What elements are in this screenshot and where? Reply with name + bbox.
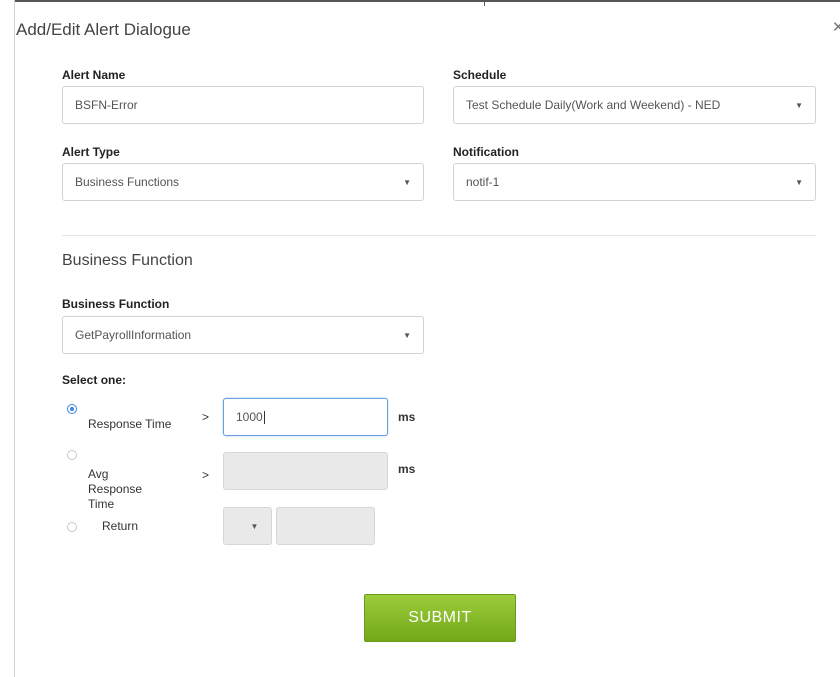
submit-button[interactable]: SUBMIT bbox=[364, 594, 516, 642]
chevron-down-icon: ▼ bbox=[795, 177, 803, 187]
alert-type-select[interactable]: Business Functions ▼ bbox=[62, 163, 424, 201]
schedule-value: Test Schedule Daily(Work and Weekend) - … bbox=[466, 98, 721, 112]
avg-response-time-input[interactable] bbox=[223, 452, 388, 490]
top-border bbox=[14, 0, 840, 2]
return-label: Return bbox=[102, 519, 139, 533]
business-function-value: GetPayrollInformation bbox=[75, 328, 192, 342]
return-operator-select[interactable]: ▼ bbox=[223, 507, 272, 545]
response-time-input[interactable]: 1000 bbox=[223, 398, 388, 436]
alert-name-label: Alert Name bbox=[62, 68, 126, 82]
dialog-title: Add/Edit Alert Dialogue bbox=[16, 20, 191, 39]
chevron-right-icon: > bbox=[202, 468, 210, 482]
alert-type-label: Alert Type bbox=[62, 145, 120, 159]
return-value-input[interactable] bbox=[276, 507, 375, 545]
close-icon[interactable]: ✕ bbox=[832, 18, 840, 36]
select-one-label: Select one: bbox=[62, 373, 127, 387]
return-radio[interactable] bbox=[67, 522, 77, 532]
alert-name-value: BSFN-Error bbox=[75, 98, 138, 112]
alert-name-input[interactable]: BSFN-Error bbox=[62, 86, 424, 124]
avg-response-time-radio[interactable] bbox=[67, 450, 77, 460]
chevron-down-icon: ▼ bbox=[403, 330, 411, 340]
notification-value: notif-1 bbox=[466, 175, 500, 189]
response-time-radio[interactable] bbox=[67, 404, 77, 414]
business-function-label: Business Function bbox=[62, 297, 170, 311]
chevron-down-icon: ▼ bbox=[795, 100, 803, 110]
section-divider bbox=[62, 235, 816, 236]
notification-select[interactable]: notif-1 ▼ bbox=[453, 163, 816, 201]
business-function-select[interactable]: GetPayrollInformation ▼ bbox=[62, 316, 424, 354]
avg-response-time-label: Avg Response Time bbox=[88, 467, 188, 512]
avg-response-time-unit: ms bbox=[398, 462, 416, 476]
schedule-select[interactable]: Test Schedule Daily(Work and Weekend) - … bbox=[453, 86, 816, 124]
avg-response-time-label-text: Avg Response Time bbox=[88, 467, 143, 511]
chevron-right-icon: > bbox=[202, 410, 210, 424]
left-border bbox=[14, 0, 15, 677]
response-time-label: Response Time bbox=[88, 417, 172, 431]
alert-type-value: Business Functions bbox=[75, 175, 180, 189]
business-function-section-title: Business Function bbox=[62, 252, 193, 269]
response-time-value: 1000 bbox=[236, 410, 263, 424]
response-time-unit: ms bbox=[398, 410, 416, 424]
text-cursor bbox=[263, 410, 265, 424]
notification-label: Notification bbox=[453, 145, 519, 159]
schedule-label: Schedule bbox=[453, 68, 507, 82]
chevron-down-icon: ▼ bbox=[403, 177, 411, 187]
top-border-tick bbox=[484, 0, 485, 6]
chevron-down-icon: ▼ bbox=[250, 521, 259, 531]
